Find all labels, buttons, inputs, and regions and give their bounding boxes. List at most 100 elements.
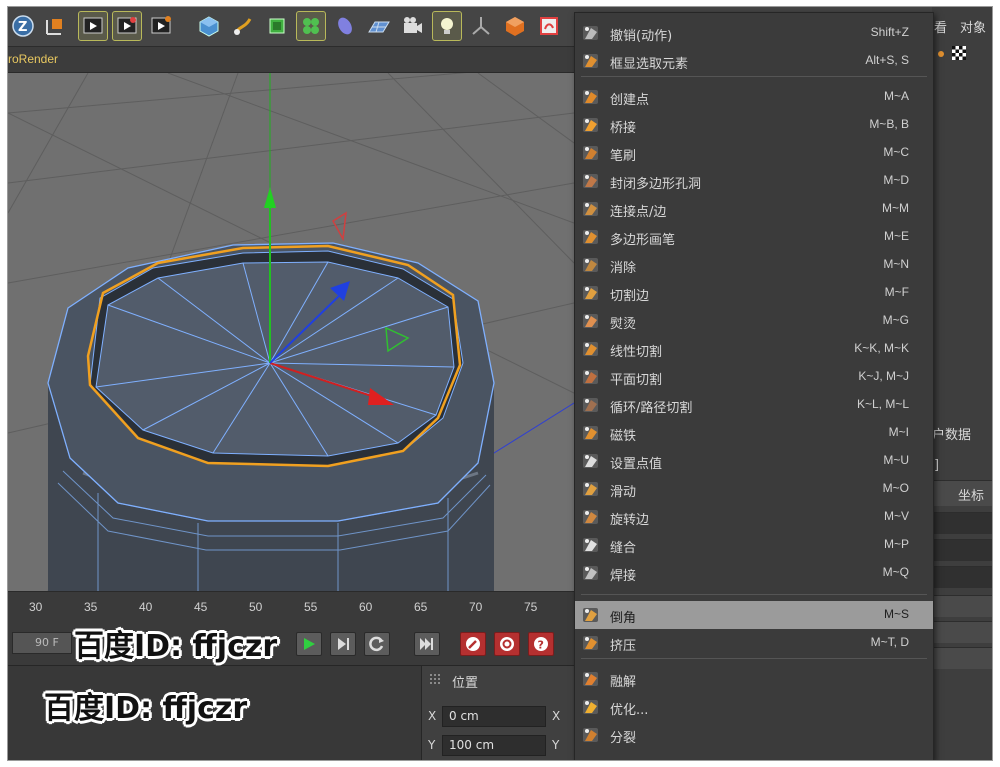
menu-item[interactable]: 笔刷 M~C — [575, 139, 933, 167]
menu-item-shortcut: M~D — [883, 173, 909, 187]
user-data-tab[interactable]: 户数据 — [932, 424, 971, 443]
attribute-field[interactable] — [932, 566, 992, 588]
menu-item[interactable]: 平面切割 K~J, M~J — [575, 363, 933, 391]
axis-label: Y — [552, 738, 560, 752]
menu-item[interactable]: 创建点 M~A — [575, 83, 933, 111]
attribute-field[interactable] — [932, 512, 992, 534]
menu-item[interactable]: 挤压 M~T, D — [575, 629, 933, 657]
menu-item[interactable]: 连接点/边 M~M — [575, 195, 933, 223]
position-y-field[interactable]: 100 cm — [442, 735, 546, 756]
record-key-button[interactable] — [460, 632, 486, 656]
camera-icon[interactable] — [398, 11, 428, 41]
menu-item[interactable]: 消除 M~N — [575, 251, 933, 279]
play-icon — [304, 638, 315, 650]
attribute-field[interactable] — [932, 539, 992, 561]
attribute-row — [932, 621, 992, 643]
axis-label: X — [552, 709, 561, 723]
y-axis-arrow[interactable] — [264, 187, 276, 208]
loop-button[interactable] — [364, 632, 390, 656]
menu-item-shortcut: K~J, M~J — [858, 369, 909, 383]
menu-item[interactable]: 框显选取元素 Alt+S, S — [575, 47, 933, 75]
menu-item-shortcut: M~S — [883, 607, 909, 621]
menu-item-label: 连接点/边 — [610, 205, 667, 220]
optimize-icon — [583, 700, 598, 714]
renderer-label[interactable]: roRender — [8, 52, 58, 66]
menu-item[interactable]: 缝合 M~P — [575, 531, 933, 559]
menu-item[interactable]: 设置点值 M~U — [575, 447, 933, 475]
menu-item[interactable]: 多边形画笔 M~E — [575, 223, 933, 251]
menu-item[interactable]: 切割边 M~F — [575, 279, 933, 307]
menu-item[interactable]: 滑动 M~O — [575, 475, 933, 503]
autokey-button[interactable] — [494, 632, 520, 656]
menu-item[interactable]: 封闭多边形孔洞 M~D — [575, 167, 933, 195]
coordinate-system-icon[interactable] — [40, 11, 70, 41]
play-forward-button[interactable] — [296, 632, 322, 656]
menu-item[interactable]: 循环/路径切割 K~L, M~L — [575, 391, 933, 419]
menu-item-shortcut: M~T, D — [870, 635, 909, 649]
menu-item-shortcut: M~G — [882, 313, 909, 327]
menu-item[interactable]: 焊接 M~Q — [575, 559, 933, 587]
tab-view-partial[interactable]: 看 — [934, 17, 947, 36]
plane-cut-icon — [583, 370, 598, 384]
z-logo-icon[interactable]: Z — [8, 11, 38, 41]
menu-item[interactable]: 融解 — [575, 665, 933, 693]
extrude-icon — [583, 636, 598, 650]
magnet-icon — [583, 426, 598, 440]
3d-viewport[interactable] — [8, 73, 574, 591]
menu-item-label: 分裂 — [610, 731, 637, 746]
menu-item-shortcut: M~C — [883, 145, 909, 159]
bridge-icon — [583, 118, 598, 132]
menu-item-shortcut: M~F — [884, 285, 909, 299]
x-rotation-handle[interactable] — [331, 211, 347, 242]
menu-item-label: 笔刷 — [610, 149, 637, 164]
timeline-ruler[interactable]: 30 35 40 45 50 55 60 65 70 75 — [8, 591, 574, 621]
light-icon[interactable] — [432, 11, 462, 41]
menu-item-label: 桥接 — [610, 121, 637, 136]
menu-item[interactable]: 线性切割 K~K, M~K — [575, 335, 933, 363]
sculpt-icon[interactable] — [500, 11, 530, 41]
menu-item-shortcut: M~Q — [882, 565, 909, 579]
timeline-tick: 75 — [524, 600, 538, 614]
cloner-icon[interactable] — [296, 11, 326, 41]
menu-item[interactable]: 熨烫 M~G — [575, 307, 933, 335]
tag-checker-icon[interactable] — [952, 46, 966, 60]
menu-item-shortcut: M~E — [883, 229, 909, 243]
menu-item[interactable]: 撤销(动作) Shift+Z — [575, 19, 933, 47]
menu-item[interactable]: 旋转边 M~V — [575, 503, 933, 531]
next-frame-icon — [338, 638, 349, 650]
menu-item[interactable]: 倒角 M~S — [575, 601, 933, 629]
melt-icon — [583, 672, 598, 686]
script-icon[interactable] — [534, 11, 564, 41]
deformer-icon[interactable] — [330, 11, 360, 41]
render-view-icon[interactable] — [78, 11, 108, 41]
floor-icon[interactable] — [364, 11, 394, 41]
position-x-field[interactable]: 0 cm — [442, 706, 546, 727]
joint-icon[interactable] — [466, 11, 496, 41]
menu-item[interactable]: 桥接 M~B, B — [575, 111, 933, 139]
pen-icon[interactable] — [228, 11, 258, 41]
goto-end-button[interactable] — [414, 632, 440, 656]
menu-item-label: 熨烫 — [610, 317, 637, 332]
render-picture-viewer-icon[interactable] — [112, 11, 142, 41]
cube-icon[interactable] — [194, 11, 224, 41]
tab-coordinates[interactable]: 坐标 — [958, 485, 984, 504]
loop-icon — [369, 636, 384, 652]
menu-item-label: 多边形画笔 — [610, 233, 676, 248]
viewport-scene — [8, 73, 574, 591]
menu-item-shortcut: M~U — [883, 453, 909, 467]
tab-objects[interactable]: 对象 — [960, 17, 986, 36]
undo-action-icon — [583, 26, 598, 40]
render-settings-icon[interactable] — [146, 11, 176, 41]
next-frame-button[interactable] — [330, 632, 356, 656]
menu-item[interactable]: 分裂 — [575, 721, 933, 749]
menu-item[interactable]: 磁铁 M~I — [575, 419, 933, 447]
keyframe-help-button[interactable]: ? — [528, 632, 554, 656]
object-manager-panel: 看 对象 户数据 ] 坐标 — [932, 7, 992, 760]
cinema4d-window: Z roRender 30 35 40 45 50 55 60 65 70 75… — [7, 6, 993, 761]
menu-item[interactable]: 优化... — [575, 693, 933, 721]
subdivision-icon[interactable] — [262, 11, 292, 41]
frame-selected-icon — [583, 54, 598, 68]
timeline-tick: 70 — [469, 600, 483, 614]
end-frame-field[interactable]: 90 F — [12, 632, 72, 654]
attribute-row — [932, 595, 992, 617]
